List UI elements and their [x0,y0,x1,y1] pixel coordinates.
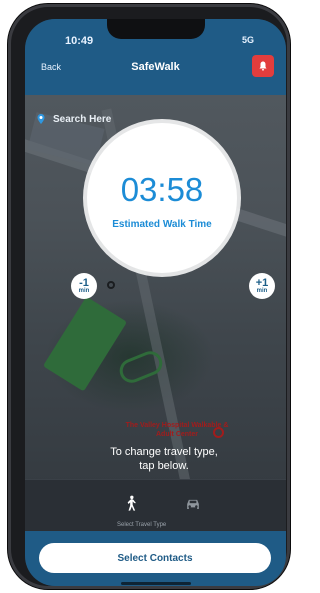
travel-mode-bar: Select Travel Type [25,479,286,531]
minus-one-minute-button[interactable]: -1 min [71,273,97,299]
car-icon [187,499,199,509]
place-pin-icon [213,427,224,438]
walk-timer: 03:58 Estimated Walk Time [87,123,237,273]
app-screen: 10:49 5G Back SafeWalk Search Here 03:58… [25,19,286,586]
bell-icon [259,61,267,71]
plus-one-minute-button[interactable]: +1 min [249,273,275,299]
walk-icon [127,495,136,511]
timer-label: Estimated Walk Time [112,219,212,230]
timer-value: 03:58 [120,171,204,208]
travel-mode-caption: Select Travel Type [117,522,167,528]
current-location-marker [107,281,115,289]
plus-unit: min [256,287,268,294]
map-view[interactable]: Search Here 03:58 Estimated Walk Time -1… [25,95,286,522]
walk-mode-button[interactable] [117,492,145,516]
minus-unit: min [78,287,90,294]
search-placeholder[interactable]: Search Here [53,114,111,125]
home-indicator [121,582,191,585]
device-notch [107,19,205,39]
travel-instruction: To change travel type, tap below. [110,446,218,472]
status-time: 10:49 [65,35,94,47]
select-contacts-button[interactable]: Select Contacts [39,543,271,573]
phone-frame: 10:49 5G Back SafeWalk Search Here 03:58… [8,4,290,589]
minus-value: -1 [79,276,89,289]
status-network: 5G [241,35,254,45]
alert-button[interactable] [252,55,274,77]
bottom-bar: Select Contacts [25,531,286,586]
map-park [42,296,128,392]
location-pin-icon [37,114,45,124]
search-bar[interactable]: Search Here [35,109,111,129]
plus-value: +1 [255,276,269,289]
car-mode-button[interactable] [179,492,207,516]
page-title: SafeWalk [131,61,180,73]
